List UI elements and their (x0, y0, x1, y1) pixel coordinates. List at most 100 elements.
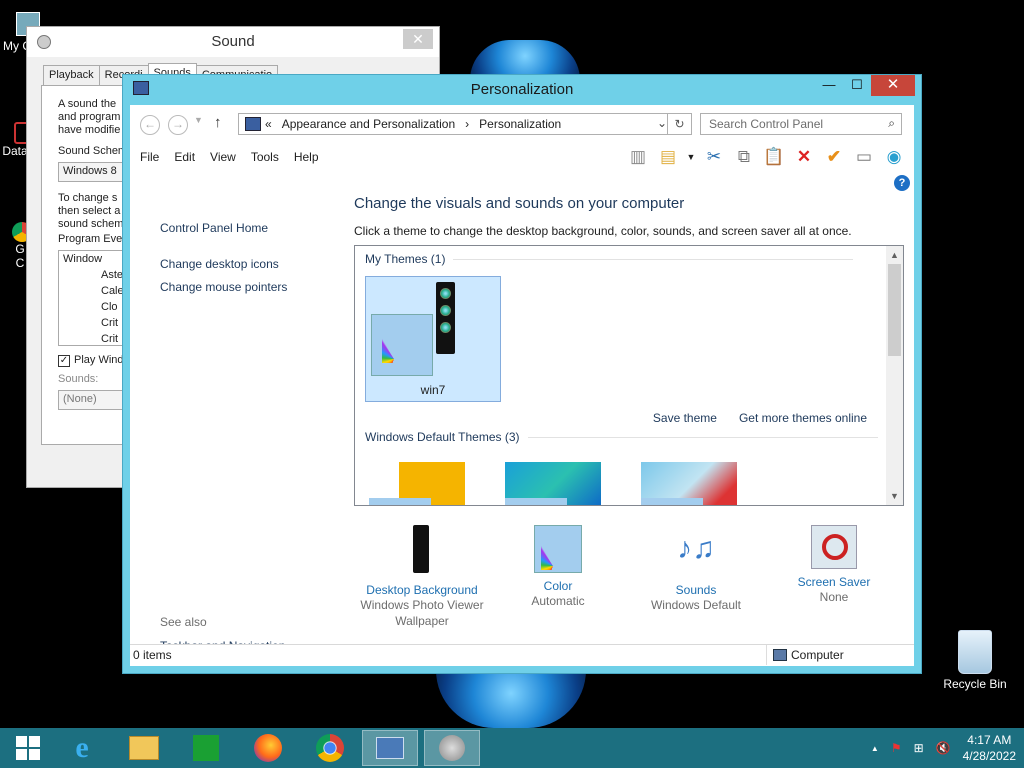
taskbar-control-panel[interactable] (362, 730, 418, 766)
network-icon[interactable]: ⊞ (914, 741, 924, 755)
desktop-wallpaper-orb-bottom (436, 670, 586, 728)
save-theme-link[interactable]: Save theme (653, 411, 717, 425)
desktop-icon-label: G C (15, 242, 25, 270)
sounds-icon: ♪♫ (677, 532, 715, 565)
forward-button[interactable]: → (168, 115, 188, 135)
screen-saver-link[interactable]: Screen Saver (764, 575, 904, 589)
search-icon[interactable]: ⌕ (888, 116, 895, 131)
color-icon (534, 525, 582, 573)
help-icon[interactable]: ? (894, 175, 910, 191)
scroll-thumb[interactable] (888, 264, 901, 356)
address-bar[interactable]: « Appearance and Personalization › Perso… (238, 113, 692, 135)
system-tray: ▲ ⚑ ⊞ 🔇 4:17 AM 4/28/2022 (871, 728, 1016, 768)
desktop-icon-recycle-bin[interactable]: Recycle Bin (940, 630, 1010, 691)
themes-scrollbar[interactable]: ▲ ▼ (886, 246, 903, 505)
preview-pane-icon[interactable]: ▥ (626, 145, 650, 169)
desktop-background-item[interactable]: Desktop Background Windows Photo Viewer … (352, 525, 492, 629)
shell-icon[interactable]: ◉ (882, 145, 906, 169)
minimize-button[interactable]: — (815, 75, 843, 96)
computer-icon (773, 649, 787, 661)
sounds-item[interactable]: ♪♫ Sounds Windows Default (626, 525, 766, 613)
clock[interactable]: 4:17 AM 4/28/2022 (963, 732, 1016, 764)
refresh-button[interactable]: ↻ (667, 114, 691, 134)
scroll-down-icon[interactable]: ▼ (886, 491, 903, 501)
desktop-icon-data[interactable]: Data (2, 122, 34, 158)
themes-list[interactable]: My Themes (1) win7 Save theme Get more t… (354, 245, 904, 506)
menu-tools[interactable]: Tools (251, 150, 279, 164)
up-button[interactable]: ↑ (214, 114, 222, 131)
toolbar: ▥ ▤ ▼ ✂ ⧉ 📋 ✕ ✔ ▭ ◉ (626, 145, 906, 169)
close-button[interactable]: ✕ (403, 29, 433, 49)
color-link[interactable]: Color (488, 579, 628, 593)
close-button[interactable]: ✕ (871, 75, 915, 96)
chevron-down-icon[interactable]: ⌄ (657, 116, 667, 130)
taskbar-sound[interactable] (424, 730, 480, 766)
breadcrumb-appearance[interactable]: Appearance and Personalization (282, 117, 455, 131)
chevron-down-icon[interactable]: ▼ (686, 145, 696, 169)
check-icon[interactable]: ✔ (822, 145, 846, 169)
nav-change-mouse-pointers[interactable]: Change mouse pointers (160, 276, 287, 299)
scroll-up-icon[interactable]: ▲ (886, 250, 903, 260)
start-button[interactable] (0, 730, 56, 766)
page-subtitle: Click a theme to change the desktop back… (354, 224, 852, 238)
screen-saver-item[interactable]: Screen Saver None (764, 525, 904, 605)
delete-icon[interactable]: ✕ (792, 145, 816, 169)
theme-tile-windows[interactable] (369, 462, 465, 505)
show-hidden-icons-button[interactable]: ▲ (871, 744, 879, 753)
rename-icon[interactable]: ▭ (852, 145, 876, 169)
group-label: My Themes (1) (365, 252, 446, 266)
desktop-background-link[interactable]: Desktop Background (352, 583, 492, 597)
personalization-window[interactable]: Personalization — ☐ ✕ ← → ▼ ↑ « Appearan… (122, 74, 922, 674)
menu-file[interactable]: File (140, 150, 159, 164)
taskbar-chrome[interactable] (302, 730, 358, 766)
volume-muted-icon[interactable]: 🔇 (936, 741, 951, 755)
breadcrumb-personalization[interactable]: Personalization (479, 117, 561, 131)
taskbar-firefox[interactable] (240, 730, 296, 766)
nav-change-desktop-icons[interactable]: Change desktop icons (160, 253, 287, 276)
taskbar-internet-explorer[interactable]: e (54, 730, 110, 766)
checkbox-checked-icon[interactable]: ✓ (58, 354, 70, 367)
menu-edit[interactable]: Edit (174, 150, 195, 164)
screen-saver-icon (811, 525, 857, 569)
sounds-link[interactable]: Sounds (626, 583, 766, 597)
taskbar-store[interactable] (178, 730, 234, 766)
breadcrumb-prefix[interactable]: « (265, 117, 272, 131)
divider (453, 258, 854, 260)
theme-tile-flowers[interactable] (641, 462, 737, 505)
cut-icon[interactable]: ✂ (702, 145, 726, 169)
speaker-icon (439, 735, 465, 761)
clock-time: 4:17 AM (967, 733, 1012, 747)
action-center-flag-icon[interactable]: ⚑ (891, 741, 902, 755)
back-button[interactable]: ← (140, 115, 160, 135)
theme-background-preview (641, 498, 703, 505)
recycle-bin-label: Recycle Bin (943, 677, 1007, 691)
recycle-bin-icon (958, 630, 992, 674)
search-input[interactable]: Search Control Panel ⌕ (700, 113, 902, 135)
taskbar-file-explorer[interactable] (116, 730, 172, 766)
menu-help[interactable]: Help (294, 150, 319, 164)
color-value: Automatic (531, 594, 585, 608)
get-more-themes-link[interactable]: Get more themes online (739, 411, 867, 425)
nav-control-panel-home[interactable]: Control Panel Home (160, 217, 287, 240)
theme-tile-lines-colors[interactable] (505, 462, 601, 505)
screen-saver-value: None (819, 590, 849, 604)
window-client: ← → ▼ ↑ « Appearance and Personalization… (130, 105, 914, 666)
maximize-button[interactable]: ☐ (843, 75, 871, 96)
chrome-icon (316, 734, 344, 762)
paste-icon[interactable]: 📋 (762, 145, 786, 169)
personalization-titlebar[interactable]: Personalization — ☐ ✕ (123, 75, 921, 105)
folder-properties-icon[interactable]: ▤ (656, 145, 680, 169)
menu-bar: File Edit View Tools Help ▥ ▤ ▼ ✂ ⧉ 📋 ✕ … (130, 143, 914, 171)
sound-titlebar[interactable]: Sound ✕ (27, 27, 439, 57)
internet-explorer-icon: e (75, 731, 89, 764)
theme-tile-win7[interactable]: win7 (365, 276, 501, 402)
control-panel-icon (245, 117, 261, 131)
theme-background-preview (369, 498, 431, 505)
color-item[interactable]: Color Automatic (488, 525, 628, 609)
left-nav: Control Panel Home Change desktop icons … (160, 217, 287, 299)
copy-icon[interactable]: ⧉ (732, 145, 756, 169)
recent-pages-icon[interactable]: ▼ (194, 115, 203, 125)
tab-playback[interactable]: Playback (43, 65, 100, 85)
group-default-themes: Windows Default Themes (3) (365, 430, 878, 444)
menu-view[interactable]: View (210, 150, 236, 164)
